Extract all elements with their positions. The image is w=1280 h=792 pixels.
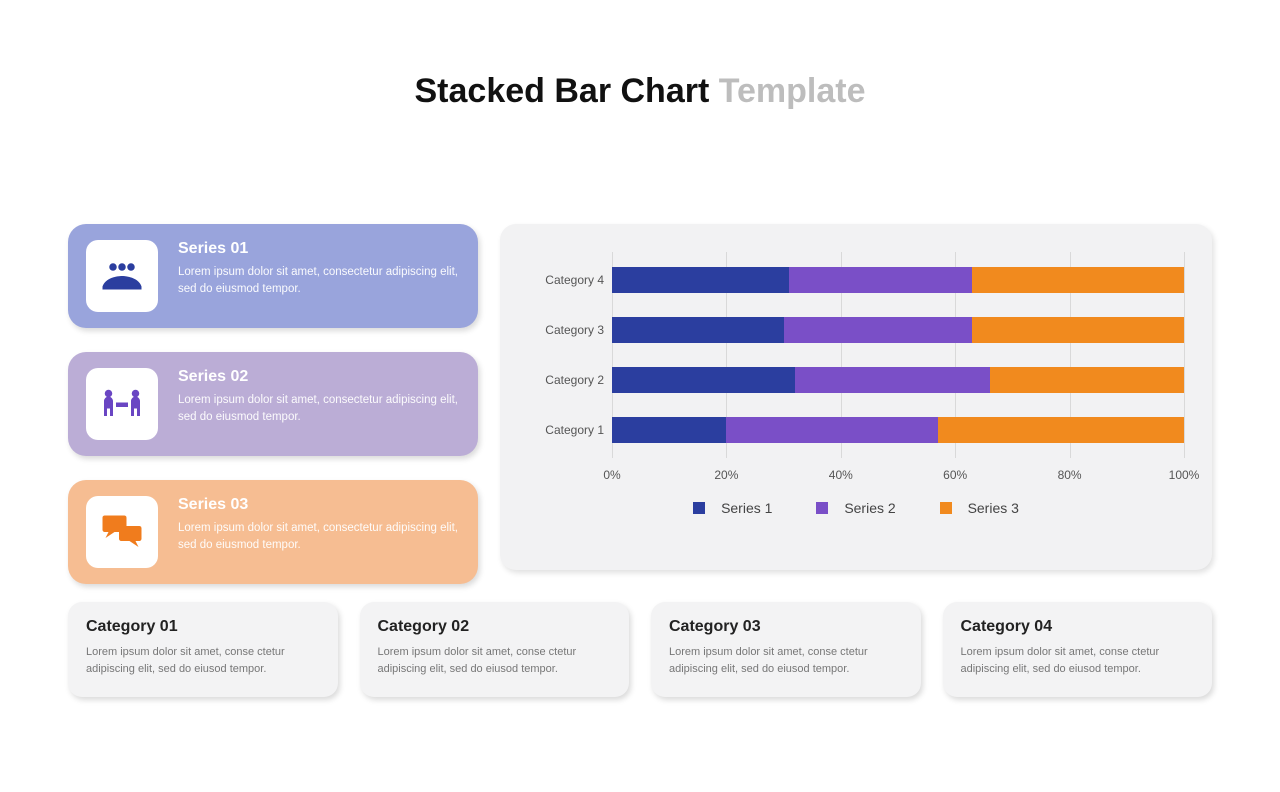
x-tick-label: 20% xyxy=(714,468,738,482)
category-2-title: Category 02 xyxy=(378,618,612,636)
legend-item-3: Series 3 xyxy=(930,500,1029,516)
category-cards-row: Category 01 Lorem ipsum dolor sit amet, … xyxy=(68,602,1212,697)
stacked-bar-plot: 0%20%40%60%80%100%Category 4Category 3Ca… xyxy=(612,252,1184,492)
series-1-title: Series 01 xyxy=(178,240,460,258)
bar-segment xyxy=(795,367,989,393)
category-3-desc: Lorem ipsum dolor sit amet, conse ctetur… xyxy=(669,644,903,677)
x-tick-label: 0% xyxy=(603,468,620,482)
y-category-label: Category 1 xyxy=(522,417,604,443)
x-tick-label: 60% xyxy=(943,468,967,482)
category-card-2: Category 02 Lorem ipsum dolor sit amet, … xyxy=(360,602,630,697)
x-tick-label: 100% xyxy=(1169,468,1200,482)
series-card-1: Series 01 Lorem ipsum dolor sit amet, co… xyxy=(68,224,478,328)
category-card-1: Category 01 Lorem ipsum dolor sit amet, … xyxy=(68,602,338,697)
title-main: Stacked Bar Chart xyxy=(415,72,710,110)
category-1-title: Category 01 xyxy=(86,618,320,636)
bar-segment xyxy=(612,267,789,293)
bar-segment xyxy=(972,317,1184,343)
series-3-title: Series 03 xyxy=(178,496,460,514)
meeting-icon xyxy=(86,368,158,440)
bar-segment xyxy=(612,367,795,393)
bar-row: Category 3 xyxy=(612,317,1184,343)
category-card-3: Category 03 Lorem ipsum dolor sit amet, … xyxy=(651,602,921,697)
legend-label-2: Series 2 xyxy=(844,500,895,516)
legend-label-3: Series 3 xyxy=(968,500,1019,516)
people-icon xyxy=(86,240,158,312)
x-tick-label: 80% xyxy=(1058,468,1082,482)
bar-row: Category 4 xyxy=(612,267,1184,293)
bar-segment xyxy=(784,317,973,343)
chat-icon xyxy=(86,496,158,568)
bar-segment xyxy=(612,317,784,343)
series-cards-column: Series 01 Lorem ipsum dolor sit amet, co… xyxy=(68,224,478,608)
legend-label-1: Series 1 xyxy=(721,500,772,516)
category-card-4: Category 04 Lorem ipsum dolor sit amet, … xyxy=(943,602,1213,697)
bar-segment xyxy=(972,267,1184,293)
series-3-desc: Lorem ipsum dolor sit amet, consectetur … xyxy=(178,520,460,553)
category-4-desc: Lorem ipsum dolor sit amet, conse ctetur… xyxy=(961,644,1195,677)
y-category-label: Category 4 xyxy=(522,267,604,293)
series-1-desc: Lorem ipsum dolor sit amet, consectetur … xyxy=(178,264,460,297)
category-1-desc: Lorem ipsum dolor sit amet, conse ctetur… xyxy=(86,644,320,677)
x-tick-label: 40% xyxy=(829,468,853,482)
bar-segment xyxy=(938,417,1184,443)
chart-legend: Series 1 Series 2 Series 3 xyxy=(528,500,1184,516)
category-2-desc: Lorem ipsum dolor sit amet, conse ctetur… xyxy=(378,644,612,677)
bar-segment xyxy=(726,417,938,443)
title-sub: Template xyxy=(719,72,866,110)
category-3-title: Category 03 xyxy=(669,618,903,636)
bar-segment xyxy=(990,367,1184,393)
page-title: Stacked Bar Chart Template xyxy=(0,72,1280,111)
legend-item-1: Series 1 xyxy=(683,500,782,516)
y-category-label: Category 2 xyxy=(522,367,604,393)
series-card-3: Series 03 Lorem ipsum dolor sit amet, co… xyxy=(68,480,478,584)
y-category-label: Category 3 xyxy=(522,317,604,343)
legend-item-2: Series 2 xyxy=(806,500,905,516)
bar-row: Category 1 xyxy=(612,417,1184,443)
category-4-title: Category 04 xyxy=(961,618,1195,636)
bar-segment xyxy=(612,417,726,443)
bar-row: Category 2 xyxy=(612,367,1184,393)
series-card-2: Series 02 Lorem ipsum dolor sit amet, co… xyxy=(68,352,478,456)
series-2-desc: Lorem ipsum dolor sit amet, consectetur … xyxy=(178,392,460,425)
series-2-title: Series 02 xyxy=(178,368,460,386)
bar-segment xyxy=(789,267,972,293)
grid-line xyxy=(1184,252,1185,458)
chart-panel: 0% 20% 40% 60% 80% 100% Category 4 Category 3 Ca… xyxy=(500,224,1212,570)
